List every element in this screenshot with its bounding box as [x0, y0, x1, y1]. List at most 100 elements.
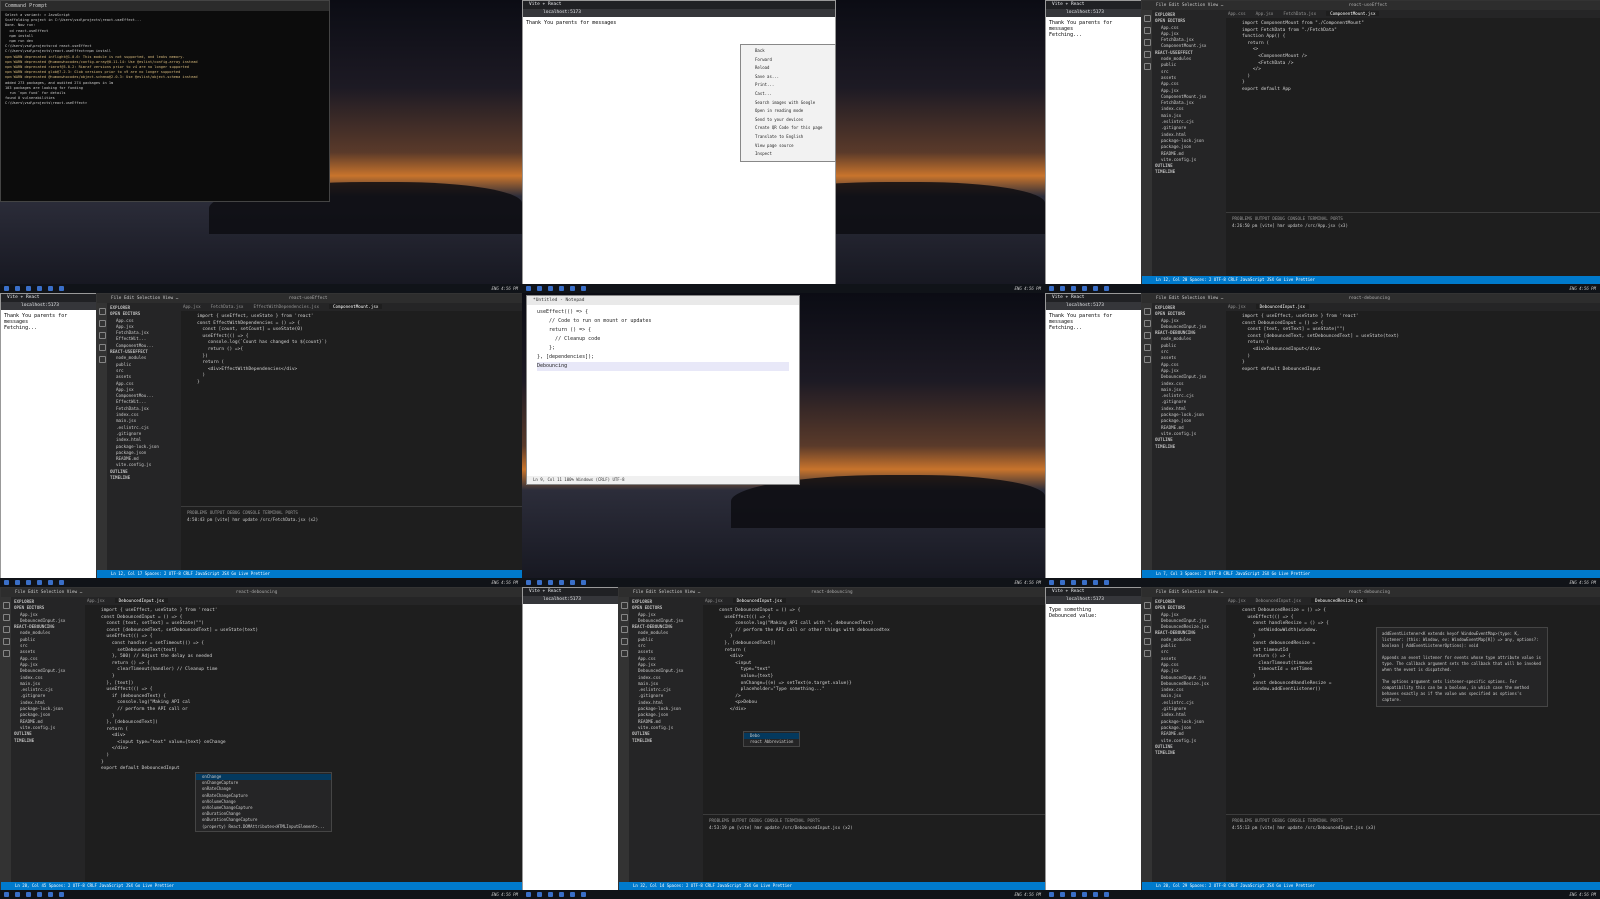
code-editor[interactable]: import ComponentMount from "./ComponentM… [1226, 18, 1600, 94]
folder-icon[interactable] [59, 892, 64, 897]
search-icon[interactable] [2, 614, 10, 621]
chrome-icon[interactable] [1071, 286, 1076, 291]
browser-tab[interactable]: Vite + React [1046, 294, 1142, 302]
menu-item[interactable]: View [1208, 590, 1221, 595]
extensions-icon[interactable] [1143, 650, 1151, 657]
editor-tab[interactable]: FetchData.jsx [1283, 11, 1316, 16]
vscode-icon[interactable] [559, 580, 564, 585]
source-control-icon[interactable] [1143, 332, 1151, 339]
source-control-icon[interactable] [98, 332, 106, 339]
terminal-icon[interactable] [48, 580, 53, 585]
menu-item[interactable]: Edit [1169, 3, 1182, 8]
editor-tab[interactable]: EffectWithDependencies.jsx [253, 304, 319, 309]
source-control-icon[interactable] [620, 626, 628, 633]
address-bar[interactable]: localhost:5173 [1046, 596, 1142, 604]
chrome-icon[interactable] [548, 286, 553, 291]
editor-tab[interactable]: App.jsx [705, 598, 723, 603]
run-debug-icon[interactable] [98, 344, 106, 351]
start-icon[interactable] [526, 892, 531, 897]
start-icon[interactable] [1049, 892, 1054, 897]
menu-item[interactable]: … [80, 590, 83, 595]
menu-item[interactable]: File [1156, 296, 1169, 301]
menu-item[interactable]: Forward [741, 56, 835, 65]
chrome-icon[interactable] [26, 892, 31, 897]
menu-item[interactable]: Selection [1182, 296, 1208, 301]
terminal-icon[interactable] [1093, 580, 1098, 585]
code-editor[interactable]: import { useEffect, useState } from 'rea… [1226, 311, 1600, 373]
search-icon[interactable] [15, 580, 20, 585]
search-icon[interactable] [15, 892, 20, 897]
menu-item[interactable]: File [111, 296, 124, 301]
editor-tab[interactable]: App.jsx [183, 304, 201, 309]
address-bar[interactable]: localhost:5173 [1046, 302, 1142, 310]
menu-item[interactable]: Back [741, 47, 835, 56]
browser-tab[interactable]: Vite + React [1, 294, 97, 302]
editor-tab[interactable]: DebouncedInput.jsx [1255, 304, 1310, 309]
vscode-icon[interactable] [559, 892, 564, 897]
start-icon[interactable] [1049, 580, 1054, 585]
search-icon[interactable] [98, 320, 106, 327]
explorer-section[interactable]: TIMELINE [110, 475, 178, 481]
search-icon[interactable] [1060, 892, 1065, 897]
vscode-icon[interactable] [1082, 892, 1087, 897]
browser-tab[interactable]: Vite + React [523, 1, 835, 9]
start-icon[interactable] [4, 892, 9, 897]
search-icon[interactable] [1143, 27, 1151, 34]
search-icon[interactable] [537, 286, 542, 291]
chrome-icon[interactable] [26, 286, 31, 291]
menu-item[interactable]: Cast... [741, 90, 835, 99]
folder-icon[interactable] [59, 286, 64, 291]
panel-tabs[interactable]: PROBLEMS OUTPUT DEBUG CONSOLE TERMINAL P… [1232, 817, 1595, 824]
panel-tabs[interactable]: PROBLEMS OUTPUT DEBUG CONSOLE TERMINAL P… [187, 509, 517, 516]
terminal-icon[interactable] [48, 286, 53, 291]
explorer-section[interactable]: TIMELINE [1155, 750, 1223, 756]
menu-item[interactable]: Selection [137, 296, 163, 301]
editor-tab[interactable]: DebouncedResize.jsx [1311, 598, 1367, 603]
code-editor[interactable]: import { useEffect, useState } from 'rea… [85, 605, 522, 773]
editor-tab[interactable]: DebouncedInput.jsx [1256, 598, 1301, 603]
vscode-icon[interactable] [1082, 286, 1087, 291]
start-icon[interactable] [4, 580, 9, 585]
menu-item[interactable]: Print... [741, 81, 835, 90]
source-control-icon[interactable] [1143, 626, 1151, 633]
source-control-icon[interactable] [1143, 39, 1151, 46]
address-bar[interactable]: localhost:5173 [523, 9, 835, 17]
search-title[interactable]: react-debouncing [236, 588, 277, 597]
menu-item[interactable]: Translate to English [741, 133, 835, 142]
search-icon[interactable] [537, 580, 542, 585]
start-icon[interactable] [4, 286, 9, 291]
extensions-icon[interactable] [1143, 356, 1151, 363]
menu-item[interactable]: View [1208, 296, 1221, 301]
editor-tab[interactable]: App.css [1228, 11, 1246, 16]
terminal-icon[interactable] [570, 892, 575, 897]
menu-item[interactable]: File [1156, 3, 1169, 8]
search-icon[interactable] [1060, 286, 1065, 291]
browser-tab[interactable]: Vite + React [523, 588, 619, 596]
explorer-icon[interactable] [2, 602, 10, 609]
start-icon[interactable] [526, 580, 531, 585]
search-title[interactable]: react-useEffect [1349, 1, 1388, 10]
search-title[interactable]: react-debouncing [1349, 588, 1390, 597]
vscode-icon[interactable] [37, 892, 42, 897]
terminal-icon[interactable] [570, 286, 575, 291]
menu-item[interactable]: Edit [1169, 296, 1182, 301]
menu-item[interactable]: File [633, 590, 646, 595]
run-debug-icon[interactable] [620, 638, 628, 645]
address-bar[interactable]: localhost:5173 [523, 596, 619, 604]
search-title[interactable]: react-useEffect [289, 294, 328, 303]
folder-icon[interactable] [581, 580, 586, 585]
search-icon[interactable] [1060, 580, 1065, 585]
vscode-icon[interactable] [559, 286, 564, 291]
menu-item[interactable]: Selection [1182, 3, 1208, 8]
editor-tab[interactable]: ComponentMount.jsx [329, 304, 383, 309]
search-icon[interactable] [15, 286, 20, 291]
folder-icon[interactable] [1104, 892, 1109, 897]
explorer-icon[interactable] [98, 308, 106, 315]
extensions-icon[interactable] [1143, 63, 1151, 70]
menu-item[interactable]: Edit [28, 590, 41, 595]
search-icon[interactable] [1143, 614, 1151, 621]
editor-tab[interactable]: App.jsx [1228, 304, 1246, 309]
menu-item[interactable]: Selection [41, 590, 67, 595]
extensions-icon[interactable] [2, 650, 10, 657]
folder-icon[interactable] [581, 286, 586, 291]
